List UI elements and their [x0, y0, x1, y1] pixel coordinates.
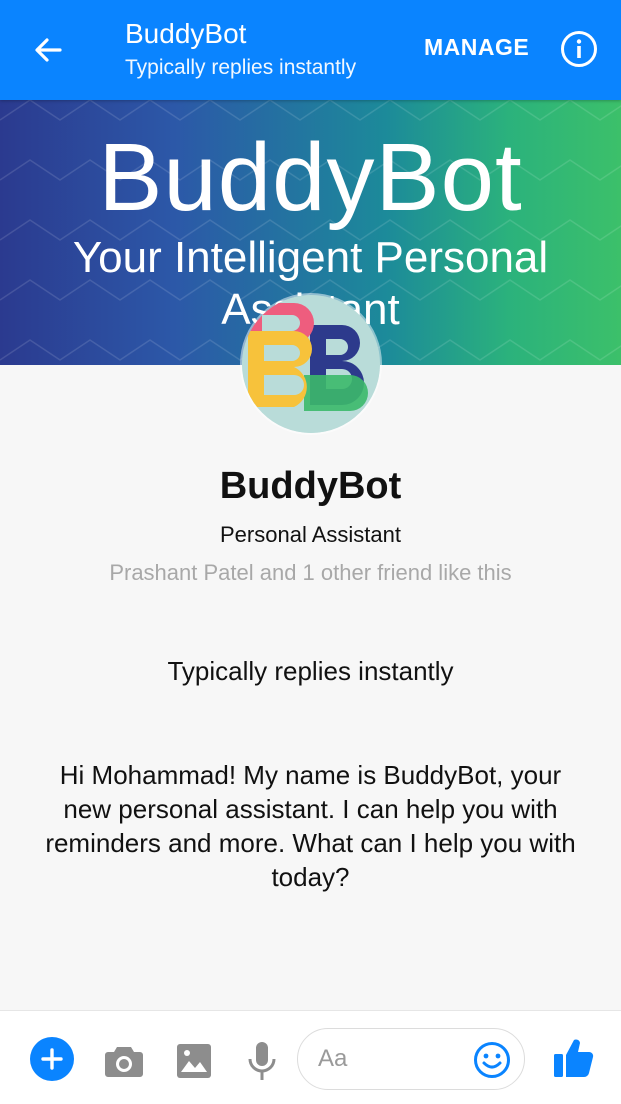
message-composer [0, 1010, 621, 1104]
gallery-button[interactable] [172, 1039, 216, 1083]
bot-greeting-message: Hi Mohammad! My name is BuddyBot, your n… [45, 760, 576, 892]
image-icon [177, 1044, 211, 1078]
plus-icon [41, 1048, 63, 1070]
emoji-icon[interactable] [473, 1041, 511, 1079]
bot-name: BuddyBot [219, 465, 402, 507]
bot-category: Personal Assistant [220, 522, 401, 547]
camera-button[interactable] [102, 1039, 146, 1083]
more-actions-button[interactable] [30, 1037, 74, 1081]
friends-like-text: Prashant Patel and 1 other friend like t… [109, 560, 512, 585]
header-title: BuddyBot [125, 18, 247, 49]
header-subtitle: Typically replies instantly [125, 56, 357, 79]
voice-button[interactable] [240, 1039, 284, 1083]
like-button[interactable] [548, 1033, 598, 1083]
buddybot-logo-icon [242, 295, 380, 433]
manage-button[interactable]: MANAGE [424, 34, 529, 61]
message-input[interactable] [318, 1041, 468, 1077]
bot-avatar[interactable] [242, 295, 380, 433]
message-input-container[interactable] [297, 1028, 525, 1090]
app-header: BuddyBot Typically replies instantly MAN… [0, 0, 621, 100]
banner-title: BuddyBot [98, 124, 523, 231]
banner-subtitle-line1: Your Intelligent Personal [72, 233, 549, 282]
back-arrow-icon [35, 38, 62, 62]
reply-time-text: Typically replies instantly [167, 656, 454, 686]
back-button[interactable] [22, 26, 74, 74]
info-icon[interactable] [560, 30, 598, 68]
conversation-title-block[interactable]: BuddyBot Typically replies instantly [125, 18, 356, 81]
camera-icon [105, 1047, 143, 1077]
thumbs-up-icon [554, 1039, 594, 1078]
microphone-icon [248, 1042, 276, 1080]
